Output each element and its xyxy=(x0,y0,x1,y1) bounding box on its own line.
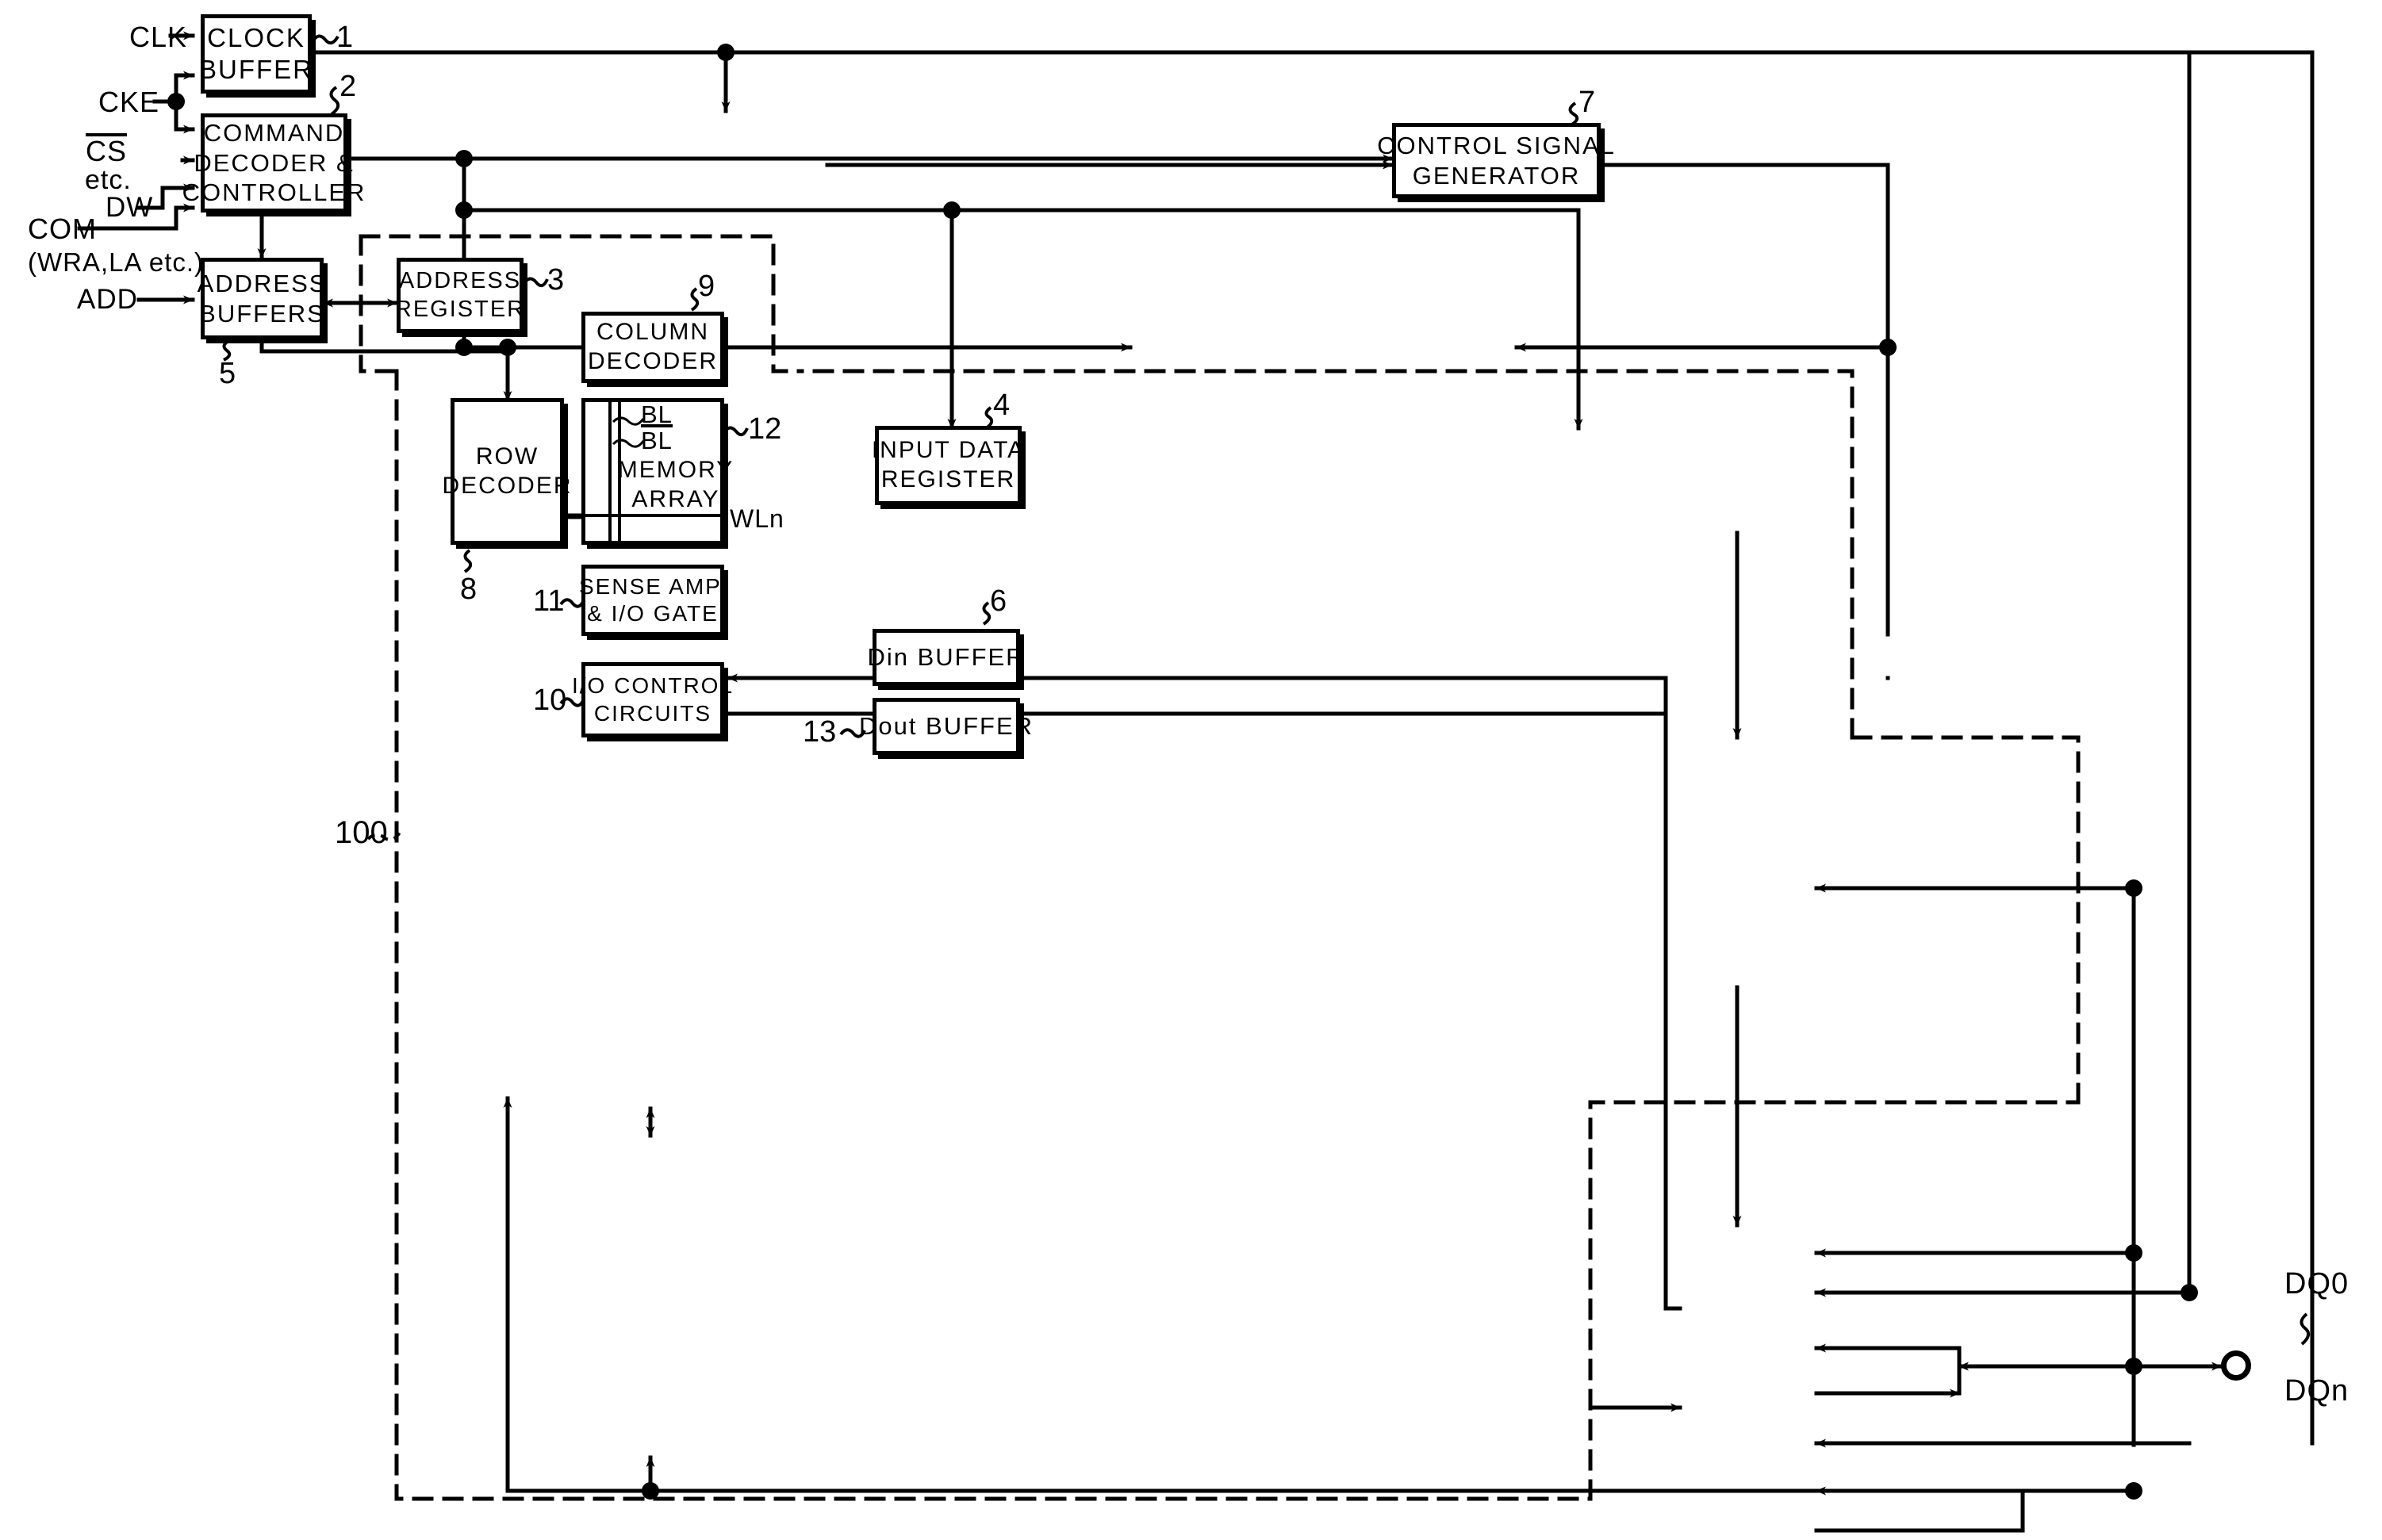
leader-8 xyxy=(463,549,473,573)
block-command-decoder-controller[interactable]: COMMAND DECODER & CONTROLLER xyxy=(182,113,364,213)
block-line: DECODER xyxy=(587,348,718,374)
wire-dout-bottom xyxy=(1814,1488,2025,1533)
block-line: DECODER & xyxy=(194,148,355,177)
leader-3 xyxy=(522,277,549,288)
input-label-com-sub: (WRA,LA etc.) xyxy=(28,247,205,277)
input-label-clk: CLK xyxy=(129,21,188,53)
block-sense-amp-io-gate[interactable]: SENSE AMP. & I/O GATE xyxy=(579,565,727,636)
block-line: ADDRESS xyxy=(197,269,328,297)
output-label-dqn: DQn xyxy=(2284,1374,2349,1408)
block-row-decoder[interactable]: ROW DECODER xyxy=(443,398,571,545)
block-line: BUFFER xyxy=(199,55,313,84)
block-control-signal-generator[interactable]: CONTROL SIGNAL GENERATOR xyxy=(1377,123,1614,198)
block-line: CLOCK xyxy=(207,22,305,52)
leader-11 xyxy=(559,598,585,608)
block-line: REGISTER xyxy=(394,296,526,322)
block-address-buffers[interactable]: ADDRESS BUFFERS xyxy=(198,258,325,339)
block-din-buffer[interactable]: Din BUFFER xyxy=(867,629,1024,686)
signal-label-bl-bar: BL xyxy=(641,424,673,455)
block-line: CONTROLLER xyxy=(182,178,366,207)
leader-10 xyxy=(559,697,585,707)
block-line: Dout BUFFER xyxy=(858,712,1034,741)
block-line: CIRCUITS xyxy=(593,700,712,726)
block-line: SENSE AMP. xyxy=(579,573,727,599)
dq-range-tilde xyxy=(2300,1312,2311,1346)
block-input-data-register[interactable]: INPUT DATA REGISTER xyxy=(871,426,1026,505)
block-line: BUFFERS xyxy=(199,299,325,328)
block-line: CONTROL SIGNAL xyxy=(1377,131,1616,159)
block-line: & I/O GATE xyxy=(587,601,719,626)
figure-canvas: CLOCK BUFFER 1 COMMAND DECODER & CONTROL… xyxy=(0,0,2382,1540)
leader-5 xyxy=(222,339,232,362)
ref-number-3: 3 xyxy=(547,263,565,297)
input-label-dw: DW xyxy=(105,192,154,223)
leader-13 xyxy=(839,728,866,738)
leader-9 xyxy=(690,287,700,312)
leader-12 xyxy=(722,426,749,437)
block-line: INPUT DATA xyxy=(871,437,1026,464)
block-line: DECODER xyxy=(442,472,573,499)
leader-7 xyxy=(1568,102,1579,127)
ref-number-13: 13 xyxy=(803,715,837,749)
input-label-add: ADD xyxy=(77,284,138,315)
dq-terminal-circle xyxy=(2221,1350,2251,1381)
cs-overline-text: CS xyxy=(86,133,128,167)
block-line: REGISTER xyxy=(880,466,1016,492)
block-address-register[interactable]: ADDRESS REGISTER xyxy=(394,258,526,333)
block-line: ROW xyxy=(475,442,539,469)
output-label-dq0: DQ0 xyxy=(2284,1267,2349,1301)
block-line: GENERATOR xyxy=(1412,161,1581,190)
leader-4 xyxy=(984,406,994,430)
block-io-control-circuits[interactable]: I/O CONTROL CIRCUITS xyxy=(572,662,732,737)
block-line: COMMAND xyxy=(203,118,345,147)
input-label-cke: CKE xyxy=(98,86,160,118)
signal-label-wln: WLn xyxy=(730,504,784,533)
block-dout-buffer[interactable]: Dout BUFFER xyxy=(859,698,1032,755)
ref-number-5: 5 xyxy=(219,357,236,390)
leader-6 xyxy=(982,601,992,626)
block-column-decoder[interactable]: COLUMN DECODER xyxy=(581,312,724,383)
ref-number-8: 8 xyxy=(460,573,478,606)
input-label-com: COM xyxy=(28,213,97,245)
block-line: ADDRESS xyxy=(398,268,522,294)
leader-100 xyxy=(366,831,401,841)
ref-number-12: 12 xyxy=(748,412,782,446)
input-label-cs: CS xyxy=(86,133,128,168)
block-line: Din BUFFER xyxy=(867,643,1026,672)
bl-bar-text: BL xyxy=(641,424,673,453)
wiring-layer xyxy=(77,31,2315,1533)
block-line: I/O CONTROL xyxy=(572,673,735,699)
block-clock-buffer[interactable]: CLOCK BUFFER xyxy=(199,14,313,94)
leader-2 xyxy=(329,86,340,116)
block-line: COLUMN xyxy=(596,319,709,346)
leader-1 xyxy=(311,34,339,45)
